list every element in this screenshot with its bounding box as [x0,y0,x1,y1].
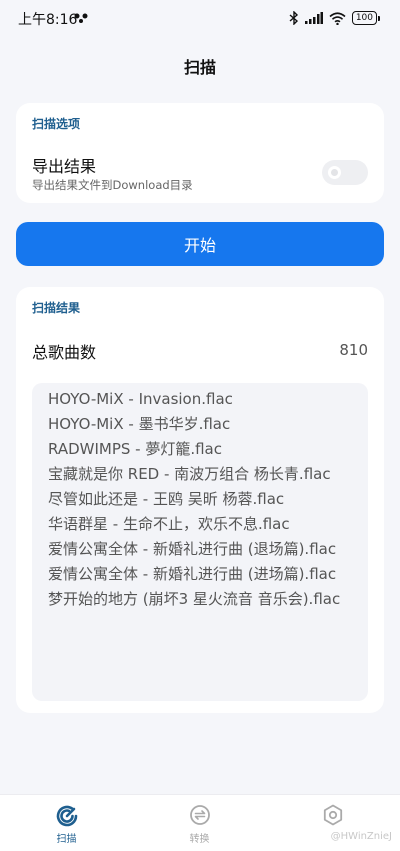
export-results-toggle[interactable] [322,160,368,185]
signal-icon [304,12,323,24]
status-indicators: 100 [289,9,380,27]
scan-results-card: 扫描结果 总歌曲数 810 HOYO-MiX - Invasion.flac H… [16,287,384,713]
list-item: 华语群星 - 生命不止，欢乐不息.flac [48,515,290,533]
scan-options-label: 扫描选项 [32,117,81,131]
song-list[interactable]: HOYO-MiX - Invasion.flac HOYO-MiX - 墨书华岁… [32,383,368,701]
toggle-knob [328,166,341,179]
list-item: 爱情公寓全体 - 新婚礼进行曲 (退场篇).flac [48,540,337,558]
convert-icon [189,805,210,825]
list-item: 尽管如此还是 - 王鸥 吴昕 杨蓉.flac [48,490,285,508]
battery-level: 100 [351,11,377,25]
total-songs-label: 总歌曲数 [32,343,97,362]
status-time: 上午8:16 [18,12,78,28]
export-results-title: 导出结果 [32,157,97,176]
bluetooth-icon [289,11,298,25]
nav-item-settings[interactable]: 设置 [266,795,399,851]
list-item: RADWIMPS - 夢灯籠.flac [48,440,222,458]
page-title: 扫描 [183,58,216,77]
list-item: 梦开始的地方 (崩坏3 星火流音 音乐会).flac [48,590,341,608]
scan-options-card: 扫描选项 导出结果 导出结果文件到Download目录 [16,103,384,203]
total-songs-value: 810 [339,341,368,359]
notification-dots-icon [74,13,88,23]
battery-icon: 100 [351,11,380,25]
export-results-description: 导出结果文件到Download目录 [32,178,193,192]
start-button[interactable]: 开始 [16,222,384,266]
status-bar: 上午8:16 100 [0,0,400,36]
settings-icon [323,804,342,826]
watermark: @HWinZnieJ [330,831,392,842]
list-item: 宝藏就是你 RED - 南波万组合 杨长青.flac [48,465,331,483]
scan-results-label: 扫描结果 [32,301,81,315]
list-item: 爱情公寓全体 - 新婚礼进行曲 (进场篇).flac [48,565,337,583]
list-item: HOYO-MiX - 墨书华岁.flac [48,415,231,433]
wifi-icon [329,11,346,25]
nav-label-convert: 转换 [189,834,210,845]
nav-item-scan[interactable]: 扫描 [0,795,133,851]
nav-item-convert[interactable]: 转换 [133,795,266,851]
scan-icon [56,805,77,827]
list-item: HOYO-MiX - Invasion.flac [48,390,233,408]
nav-label-scan: 扫描 [56,834,77,845]
bottom-nav: 扫描 转换 设置 [0,794,400,851]
